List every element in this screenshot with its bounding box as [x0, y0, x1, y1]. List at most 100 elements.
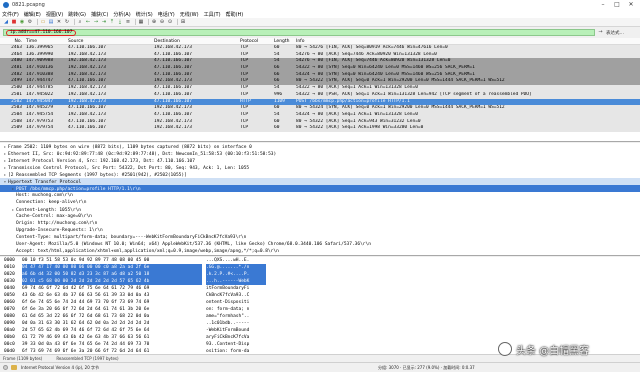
hex-dump-row[interactable]: 0020 a6 6b d4 32 00 50 82 d3 23 3c 87 a6 … — [0, 271, 640, 278]
display-filter-bar: ip.addr==47.110.166.107 → 表达式… — [0, 28, 640, 37]
packet-row[interactable]: 2503 147.945279 47.110.166.107 192.168.42.1… — [0, 105, 640, 112]
hex-dump-row[interactable]: 0060 6f 6e 74 65 6e 74 2d 44 69 73 70 6f … — [0, 299, 640, 306]
hex-dump-row[interactable]: 0090 0d 0a 31 63 30 31 62 64 62 0d 0a 2d … — [0, 320, 640, 327]
shark-fin-start-icon[interactable]: ◢ — [3, 19, 9, 25]
open-file-icon[interactable]: ▭ — [40, 19, 46, 25]
packet-cell-no: 2504 — [11, 111, 22, 117]
column-header-source[interactable]: Source — [68, 38, 152, 45]
menu-item-9[interactable]: 工具(T) — [204, 11, 221, 18]
zoom-reset-icon[interactable]: ⊙ — [167, 19, 173, 25]
watermark-text: 头条 @白帽黑客 — [516, 345, 590, 357]
column-header-time[interactable]: Time — [26, 38, 64, 45]
display-filter-input[interactable]: ip.addr==47.110.166.107 — [3, 29, 595, 36]
menu-item-2[interactable]: 视图(V) — [46, 11, 63, 18]
last-packet-icon[interactable]: ⤓ — [117, 19, 123, 25]
packet-cell-proto: TCP — [240, 58, 249, 64]
menu-item-3[interactable]: 跳转(G) — [68, 11, 86, 18]
column-header-destination[interactable]: Destination — [154, 38, 238, 45]
packet-row[interactable]: 2482 147.910388 192.168.42.173 47.110.166.1… — [0, 71, 640, 79]
close-window-button[interactable]: ✕ — [624, 0, 638, 10]
colorize-icon[interactable]: ▦ — [138, 19, 144, 25]
hex-dump-row[interactable]: 00a0 2d 57 65 62 4b 69 74 46 6f 72 6d 42 … — [0, 327, 640, 334]
detail-tree-row[interactable]: ▸ Frame 2502: 1109 bytes on wire (8872 bi… — [0, 143, 640, 150]
detail-tree-row[interactable]: ▸ Ethernet II, Src: 0c:9d:92:89:77:48 (0c… — [0, 150, 640, 157]
hex-dump-row[interactable]: 0010 04 47 47 17 40 00 80 06 00 00 c0 a8 … — [0, 264, 640, 271]
packet-cell-dst: 47.110.166.107 — [154, 51, 192, 57]
menu-item-10[interactable]: 帮助(H) — [226, 11, 244, 18]
packet-cell-time: 147.944785 — [26, 85, 54, 91]
menu-item-4[interactable]: 捕获(C) — [91, 11, 108, 18]
hex-dump-row[interactable]: 0070 6f 6e 3a 20 66 6f 72 6d 2d 64 61 74 … — [0, 306, 640, 313]
menu-item-6[interactable]: 统计(S) — [136, 11, 153, 18]
detail-tree-row[interactable]: Connection: keep-alive\r\n — [0, 199, 640, 206]
ascii-bytes: CkBncK7fcVa93..C — [206, 293, 250, 298]
detail-tree-row[interactable]: Cache-Control: max-age=0\r\n — [0, 213, 640, 220]
reload-icon[interactable]: ↻ — [64, 19, 70, 25]
column-header-protocol[interactable]: Protocol — [240, 38, 274, 45]
restart-capture-icon[interactable]: ◉ — [19, 19, 25, 25]
detail-tree-row[interactable]: ▸ POST /bbs/mmcp.php/action=profile HTTP/… — [0, 185, 640, 192]
packet-row[interactable]: 2501 147.945022 192.168.42.173 47.110.166.1… — [0, 91, 640, 99]
packet-row[interactable]: 2499 147.944747 47.110.166.107 192.168.42.1… — [0, 78, 640, 86]
column-header-no[interactable]: No. — [2, 38, 22, 45]
maximize-button[interactable]: □ — [610, 0, 624, 10]
stop-capture-icon[interactable]: ■ — [11, 19, 17, 25]
expression-button[interactable]: 表达式… — [606, 30, 624, 36]
packet-row[interactable]: 2500 147.944785 192.168.42.173 47.110.166.1… — [0, 85, 640, 92]
hex-dump-row[interactable]: 0040 69 74 46 6f 72 6d 42 6f 75 6e 64 61 … — [0, 285, 640, 292]
detail-tree-row[interactable]: Host: muchong.com\r\n — [0, 192, 640, 199]
packet-row[interactable]: 2464 136.399990 192.168.42.173 47.110.166.1… — [0, 51, 640, 59]
zoom-out-icon[interactable]: ⊖ — [159, 19, 165, 25]
ascii-bytes: ontent-Dispositi — [206, 300, 250, 305]
go-forward-icon[interactable]: → — [93, 19, 99, 25]
go-back-icon[interactable]: ← — [85, 19, 91, 25]
close-file-icon[interactable]: ✕ — [56, 19, 62, 25]
packet-row[interactable]: 2504 147.945754 192.168.42.173 47.110.166.1… — [0, 111, 640, 119]
find-packet-icon[interactable]: ⌕ — [77, 19, 83, 25]
detail-tree-row[interactable]: Origin: http://muchong.com\r\n — [0, 220, 640, 227]
packet-row[interactable]: 2502 147.945047 192.168.42.173 47.110.166.1… — [0, 98, 640, 106]
menu-item-7[interactable]: 电话(Y) — [158, 11, 175, 18]
detail-tree-row[interactable]: ▸ [2 Reassembled TCP Segments (1997 bytes… — [0, 171, 640, 178]
detail-tree-row[interactable]: ▸ Internet Protocol Version 4, Src: 192.1… — [0, 157, 640, 164]
zoom-in-icon[interactable]: ⊕ — [151, 19, 157, 25]
detail-tree-row[interactable]: User-Agent: Mozilla/5.0 (Windows NT 10.0… — [0, 241, 640, 248]
capture-options-icon[interactable]: ⚙ — [27, 19, 33, 25]
detail-tree-row[interactable]: Accept: text/html,application/xhtml+xml,… — [0, 248, 640, 255]
capture-comment-icon[interactable] — [11, 365, 17, 370]
packet-row[interactable]: 2508 147.979753 47.110.166.107 192.168.42.1… — [0, 118, 640, 126]
menu-item-5[interactable]: 分析(A) — [113, 11, 130, 18]
packet-row[interactable]: 2481 147.910136 192.168.42.173 47.110.166.1… — [0, 65, 640, 72]
tab-reassembled-tcp[interactable]: Reassembled TCP (1997 bytes) — [56, 356, 118, 361]
detail-tree-row[interactable]: ▾ Hypertext Transfer Protocol — [0, 178, 640, 185]
detail-tree-row[interactable]: ▸ Transmission Control Protocol, Src Port… — [0, 164, 640, 171]
resize-columns-icon[interactable]: ⊞ — [180, 19, 186, 25]
menu-item-1[interactable]: 编辑(E) — [24, 11, 41, 18]
save-file-icon[interactable]: ▤ — [48, 19, 54, 25]
apply-filter-arrow-icon[interactable]: → — [597, 29, 604, 36]
ascii-bytes: ...QXS....wH..E. — [206, 258, 250, 263]
packet-cell-dst: 47.110.166.107 — [154, 58, 192, 64]
minimize-button[interactable]: – — [596, 0, 610, 10]
hex-offset: 0090 — [4, 321, 15, 326]
detail-tree-row[interactable]: ▸ Content-Length: 1055\r\n — [0, 206, 640, 213]
tab-frame-bytes[interactable]: Frame (1109 bytes) — [3, 356, 42, 361]
first-packet-icon[interactable]: ⤒ — [109, 19, 115, 25]
hex-dump-row[interactable]: 0080 61 6d 65 3d 22 66 6f 72 6d 68 61 73 … — [0, 313, 640, 320]
hex-dump-row[interactable]: 0000 00 10 f3 51 58 53 0c 9d 92 89 77 48 … — [0, 257, 640, 264]
column-header-length[interactable]: Length — [274, 38, 294, 45]
menu-item-0[interactable]: 文件(F) — [2, 11, 19, 18]
detail-tree-row[interactable]: Upgrade-Insecure-Requests: 1\r\n — [0, 227, 640, 234]
packet-row[interactable]: 2509 147.979754 47.110.166.107 192.168.42.1… — [0, 125, 640, 132]
packet-row[interactable]: 2480 147.909988 192.168.42.173 47.110.166.1… — [0, 58, 640, 66]
column-header-info[interactable]: Info — [296, 38, 636, 45]
expert-info-led-icon[interactable] — [3, 365, 8, 370]
menu-item-8[interactable]: 无线(W) — [180, 11, 199, 18]
packet-row[interactable]: 2463 136.399965 47.110.166.107 192.168.42.1… — [0, 45, 640, 52]
detail-tree-row[interactable]: Content-Type: multipart/form-data; bound… — [0, 234, 640, 241]
hex-dump-row[interactable]: 0050 43 6b 42 6e 63 4b 37 66 63 56 61 39 … — [0, 292, 640, 299]
autoscroll-icon[interactable]: ≡ — [125, 19, 131, 25]
packet-cell-src: 47.110.166.107 — [68, 78, 106, 84]
go-to-packet-icon[interactable]: ⇥ — [101, 19, 107, 25]
hex-dump-row[interactable]: 0030 02 01 c5 68 00 00 2d 2d 2d 2d 2d 2d … — [0, 278, 640, 285]
